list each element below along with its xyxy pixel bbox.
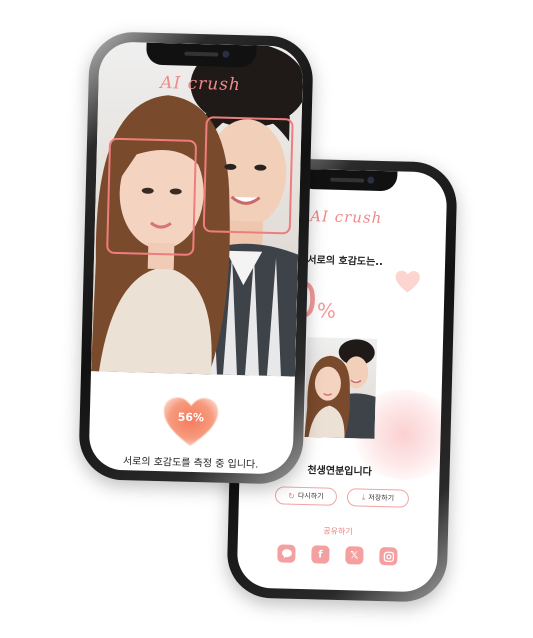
retry-label: 다시하기 [297,491,324,501]
share-label: 공유하기 [323,526,353,537]
share-buttons: f 𝕏 [277,544,398,566]
progress-heart: 56% [161,395,220,449]
measuring-status-text: 서로의 호감도를 측정 중 입니다. [122,456,259,471]
facebook-icon[interactable]: f [311,545,330,564]
couple-photo: AI crush [90,41,304,377]
x-icon[interactable]: 𝕏 [345,546,364,565]
face-detection-box-man [202,116,294,235]
chat-icon[interactable] [277,544,296,563]
instagram-icon[interactable] [379,547,398,566]
face-detection-box-woman [106,137,198,256]
save-button[interactable]: ⤓ 저장하기 [346,488,410,508]
retry-button[interactable]: ↻ 다시하기 [274,486,338,506]
retry-icon: ↻ [288,491,296,501]
score-unit: % [316,298,336,323]
download-icon: ⤓ [361,492,366,502]
measuring-screen: AI crush 56% 서로의 호감도를 측정 중 입니다. [88,41,304,475]
couple-thumbnail [304,339,376,439]
phone-notch [296,168,398,192]
phone-notch [146,42,257,68]
save-label: 저장하기 [368,493,395,503]
phone-measuring: AI crush 56% 서로의 호감도를 측정 중 입니다. [78,31,314,485]
result-couple-photo [304,337,378,439]
decorative-heart-icon [395,270,420,293]
progress-value: 56% [177,410,205,425]
